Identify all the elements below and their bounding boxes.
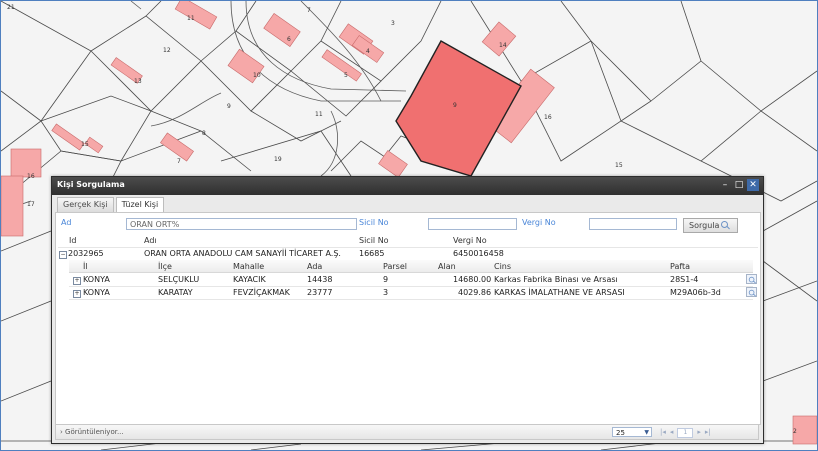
group-name: ORAN ORTA ANADOLU CAM SANAYİİ TİCARET A.… bbox=[144, 249, 341, 258]
row-divider bbox=[69, 299, 753, 300]
parcel-label: 15 bbox=[615, 162, 623, 169]
dialog-title: Kişi Sorgulama bbox=[57, 180, 125, 189]
vergi-input[interactable] bbox=[589, 218, 677, 230]
cell-ada: 23777 bbox=[307, 288, 333, 297]
parcel-label: 14 bbox=[499, 42, 507, 49]
vergi-label: Vergi No bbox=[522, 218, 556, 227]
row-divider bbox=[69, 286, 753, 287]
parcel-label: 11 bbox=[187, 15, 195, 22]
sicil-input[interactable] bbox=[428, 218, 517, 230]
parcel-label: 7 bbox=[177, 158, 181, 165]
parcel-label: 2 bbox=[793, 428, 797, 435]
cell-pafta: 28S1-4 bbox=[670, 275, 699, 284]
col-ada[interactable]: Ada bbox=[307, 262, 322, 271]
col-alan[interactable]: Alan bbox=[438, 262, 456, 271]
search-icon bbox=[721, 221, 729, 229]
zoom-icon bbox=[748, 276, 755, 283]
maximize-button[interactable]: □ bbox=[733, 179, 745, 191]
zoom-icon bbox=[748, 289, 755, 296]
tab-real-person[interactable]: Gerçek Kişi bbox=[57, 197, 114, 212]
group-vergi: 6450016458 bbox=[453, 249, 504, 258]
expand-icon[interactable]: + bbox=[73, 277, 81, 285]
parcel-label: 9 bbox=[227, 103, 231, 110]
collapse-icon[interactable]: − bbox=[59, 251, 67, 259]
next-page-icon[interactable]: ▸ bbox=[697, 428, 701, 438]
chevron-down-icon: ▼ bbox=[644, 429, 649, 436]
group-sicil: 16685 bbox=[359, 249, 385, 258]
col-vergi[interactable]: Vergi No bbox=[453, 236, 487, 245]
parcel-label: 8 bbox=[202, 130, 206, 137]
cell-alan: 4029.86 bbox=[458, 288, 492, 297]
tab-legal-person[interactable]: Tüzel Kişi bbox=[115, 197, 165, 212]
col-sicil[interactable]: Sicil No bbox=[359, 236, 389, 245]
pager: |◂ ◂ 1 ▸ ▸| bbox=[660, 428, 711, 438]
group-id: 2032965 bbox=[68, 249, 104, 258]
parcel-label: 6 bbox=[287, 36, 291, 43]
first-page-icon[interactable]: |◂ bbox=[660, 428, 666, 438]
cell-parsel: 3 bbox=[383, 288, 389, 297]
parcel-label: 17 bbox=[27, 201, 35, 208]
selected-parcel[interactable] bbox=[395, 40, 522, 177]
cell-ilce: KARATAY bbox=[158, 288, 193, 297]
ad-input[interactable]: ORAN ORT% bbox=[126, 218, 357, 230]
col-pafta[interactable]: Pafta bbox=[670, 262, 690, 271]
parcel-label: 5 bbox=[344, 72, 348, 79]
parcel-label: 7 bbox=[307, 7, 311, 14]
cell-parsel: 9 bbox=[383, 275, 389, 284]
col-mahalle[interactable]: Mahalle bbox=[233, 262, 264, 271]
row-detail-button[interactable] bbox=[746, 274, 757, 284]
cell-il: KONYA bbox=[83, 288, 110, 297]
col-cins[interactable]: Cins bbox=[494, 262, 511, 271]
search-button-label: Sorgula bbox=[689, 221, 720, 230]
parcel-label: 21 bbox=[7, 4, 15, 11]
col-ilce[interactable]: İlçe bbox=[158, 262, 172, 271]
tab-content: Ad ORAN ORT% Sicil No Vergi No Sorgula I… bbox=[55, 212, 761, 425]
last-page-icon[interactable]: ▸| bbox=[705, 428, 711, 438]
selected-parcel-label: 9 bbox=[453, 102, 457, 109]
status-text: › Görüntüleniyor... bbox=[60, 428, 124, 436]
divider bbox=[58, 247, 758, 248]
tab-strip: Gerçek Kişi Tüzel Kişi bbox=[57, 197, 165, 212]
cell-il: KONYA bbox=[83, 275, 110, 284]
parcel-label: 13 bbox=[134, 78, 142, 85]
sicil-label: Sicil No bbox=[359, 218, 389, 227]
parcel-label: 12 bbox=[163, 47, 171, 54]
status-bar: › Görüntüleniyor... 25 ▼ |◂ ◂ 1 ▸ ▸| bbox=[55, 424, 759, 440]
cell-cins: KARKAS İMALATHANE VE ARSASI bbox=[494, 288, 625, 297]
person-query-dialog: Kişi Sorgulama – □ ✕ Gerçek Kişi Tüzel K… bbox=[51, 176, 764, 444]
parcel-label: 16 bbox=[27, 173, 35, 180]
expand-icon[interactable]: + bbox=[73, 290, 81, 298]
col-il[interactable]: İl bbox=[83, 262, 88, 271]
parcel-label: 16 bbox=[544, 114, 552, 121]
col-id[interactable]: Id bbox=[69, 236, 76, 245]
cell-pafta: M29A06b-3d bbox=[670, 288, 721, 297]
parcel-label: 11 bbox=[315, 111, 323, 118]
dialog-titlebar[interactable]: Kişi Sorgulama – □ ✕ bbox=[52, 177, 763, 195]
cell-cins: Karkas Fabrika Binası ve Arsası bbox=[494, 275, 618, 284]
ad-label: Ad bbox=[61, 218, 72, 227]
col-adi[interactable]: Adı bbox=[144, 236, 157, 245]
page-size-select[interactable]: 25 ▼ bbox=[612, 427, 652, 437]
search-button[interactable]: Sorgula bbox=[683, 218, 738, 233]
cell-ilce: SELÇUKLU bbox=[158, 275, 200, 284]
cell-ada: 14438 bbox=[307, 275, 333, 284]
parcel-label: 3 bbox=[391, 20, 395, 27]
row-detail-button[interactable] bbox=[746, 287, 757, 297]
col-parsel[interactable]: Parsel bbox=[383, 262, 407, 271]
parcel-label: 4 bbox=[366, 48, 370, 55]
page-size-value: 25 bbox=[616, 429, 625, 437]
minimize-button[interactable]: – bbox=[719, 179, 731, 191]
page-number-input[interactable]: 1 bbox=[677, 428, 694, 438]
cell-alan: 14680.00 bbox=[453, 275, 492, 284]
cell-mahalle: FEVZİÇAKMAK bbox=[233, 288, 290, 297]
prev-page-icon[interactable]: ◂ bbox=[670, 428, 674, 438]
parcel-label: 15 bbox=[81, 141, 89, 148]
parcel-label: 19 bbox=[274, 156, 282, 163]
close-button[interactable]: ✕ bbox=[747, 179, 759, 191]
parcel-label: 10 bbox=[253, 72, 261, 79]
cell-mahalle: KAYACIK bbox=[233, 275, 266, 284]
